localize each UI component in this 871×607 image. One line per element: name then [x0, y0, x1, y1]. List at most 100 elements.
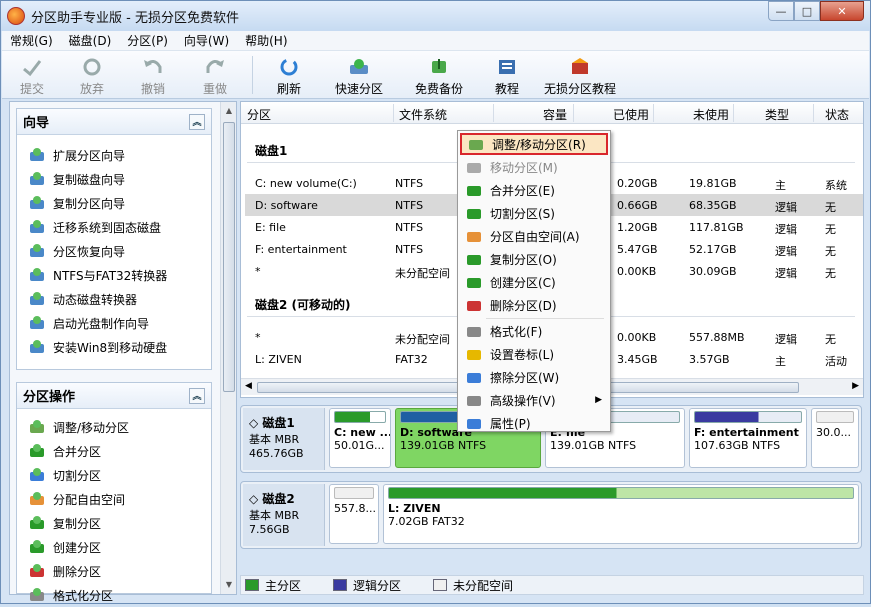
backup-icon	[427, 56, 451, 78]
menu-general[interactable]: 常规(G)	[2, 31, 61, 51]
ops-item-label: 分配自由空间	[53, 492, 126, 507]
ctx-item-resize-move[interactable]: 调整/移动分区(R)	[460, 133, 608, 155]
partition-op-icon	[29, 563, 45, 579]
wizard-item[interactable]: 动态磁盘转换器	[17, 287, 211, 311]
col-filesystem[interactable]: 文件系统	[399, 106, 447, 123]
disk2-map-label[interactable]: ◇ 磁盘2 基本 MBR 7.56GB	[243, 484, 325, 546]
cell-name: F: entertainment	[255, 243, 347, 256]
ctx-item-wipe[interactable]: 擦除分区(W)	[460, 366, 608, 388]
ops-item[interactable]: 调整/移动分区	[17, 415, 211, 439]
col-partition[interactable]: 分区	[247, 106, 271, 123]
lossless-tutorial-icon	[568, 56, 592, 78]
ctx-item-label: 擦除分区(W)	[490, 370, 560, 385]
cell-fs: NTFS	[395, 177, 424, 190]
tutorial-button[interactable]: 教程	[479, 51, 535, 97]
menu-wizard[interactable]: 向导(W)	[176, 31, 237, 51]
wizard-item[interactable]: 迁移系统到固态磁盘	[17, 215, 211, 239]
free-backup-button[interactable]: 免费备份	[399, 51, 479, 97]
menu-help[interactable]: 帮助(H)	[237, 31, 295, 51]
map1-part-c[interactable]: C: new ... 50.01G...	[329, 408, 391, 468]
close-button[interactable]: ✕	[820, 1, 864, 21]
wizard-dynamic-icon	[29, 291, 45, 307]
menu-disk[interactable]: 磁盘(D)	[61, 31, 120, 51]
partition-op-icon	[29, 491, 45, 507]
wizard-item[interactable]: 复制磁盘向导	[17, 167, 211, 191]
menu-partition[interactable]: 分区(P)	[119, 31, 176, 51]
disk1-map-label[interactable]: ◇ 磁盘1 基本 MBR 465.76GB	[243, 408, 325, 470]
col-status[interactable]: 状态	[825, 106, 849, 123]
map2-part-unallocated[interactable]: 557.8...	[329, 484, 379, 544]
wizard-item[interactable]: 启动光盘制作向导	[17, 311, 211, 335]
col-used[interactable]: 已使用	[613, 106, 649, 123]
ctx-item-allocate-free-space[interactable]: 分区自由空间(A)	[460, 225, 608, 247]
wizard-item[interactable]: 分区恢复向导	[17, 239, 211, 263]
ctx-item-label: 删除分区(D)	[490, 298, 557, 313]
undo-button[interactable]: 撤销	[122, 51, 184, 97]
ctx-item-label: 切割分区(S)	[490, 206, 555, 221]
col-free[interactable]: 未使用	[693, 106, 729, 123]
ctx-item-move[interactable]: 移动分区(M)	[460, 156, 608, 178]
set-label-icon	[466, 346, 482, 362]
cell-name: L: ZIVEN	[255, 353, 302, 366]
redo-button[interactable]: 重做	[184, 51, 246, 97]
wizard-panel-title: 向导	[23, 116, 50, 131]
ctx-item-split[interactable]: 切割分区(S)	[460, 202, 608, 224]
cell-free: 19.81GB	[689, 177, 737, 190]
col-type[interactable]: 类型	[765, 106, 789, 123]
ops-item[interactable]: 复制分区	[17, 511, 211, 535]
redo-icon	[203, 56, 227, 78]
menu-bar: 常规(G) 磁盘(D) 分区(P) 向导(W) 帮助(H)	[2, 31, 869, 51]
ctx-item-set-label[interactable]: 设置卷标(L)	[460, 343, 608, 365]
wizard-collapse-button[interactable]: ︽	[189, 113, 205, 130]
maximize-button[interactable]: □	[794, 1, 820, 21]
ops-item[interactable]: 格式化分区	[17, 583, 211, 607]
ops-collapse-button[interactable]: ︽	[189, 387, 205, 404]
ctx-item-label: 移动分区(M)	[490, 160, 558, 175]
ops-item[interactable]: 删除分区	[17, 559, 211, 583]
wizard-item[interactable]: 扩展分区向导	[17, 143, 211, 167]
map2-part-l[interactable]: L: ZIVEN 7.02GB FAT32	[383, 484, 859, 544]
lossless-tutorial-button[interactable]: 无损分区教程	[535, 51, 625, 97]
ctx-item-create[interactable]: 创建分区(C)	[460, 271, 608, 293]
left-scrollbar[interactable]: ▲ ▼	[220, 102, 236, 594]
refresh-button[interactable]: 刷新	[259, 51, 319, 97]
disk2-map[interactable]: ◇ 磁盘2 基本 MBR 7.56GB 557.8... L: ZIVEN 7.…	[240, 481, 862, 549]
quick-partition-button[interactable]: 快速分区	[319, 51, 399, 97]
scroll-down-icon[interactable]: ▼	[224, 580, 234, 590]
cell-status: 无	[825, 201, 836, 214]
ops-panel: 分区操作 ︽ 调整/移动分区 合并分区 切割分区分配自由空间复制分区 创建分区 删除分区…	[16, 382, 212, 603]
refresh-label: 刷新	[276, 82, 301, 96]
ops-item[interactable]: 合并分区	[17, 439, 211, 463]
scroll-up-icon[interactable]: ▲	[224, 106, 234, 116]
ctx-item-label: 属性(P)	[490, 416, 531, 431]
discard-button[interactable]: 放弃	[62, 51, 122, 97]
ops-item[interactable]: 创建分区	[17, 535, 211, 559]
scroll-right-icon[interactable]: ▶	[852, 381, 859, 391]
scrollbar-thumb[interactable]	[223, 122, 235, 392]
wizard-item[interactable]: NTFS与FAT32转换器	[17, 263, 211, 287]
ctx-item-advanced[interactable]: 高级操作(V) ▶	[460, 389, 608, 411]
ctx-item-properties[interactable]: 属性(P)	[460, 412, 608, 434]
title-bar[interactable]: 分区助手专业版 - 无损分区免费软件 — □ ✕	[1, 1, 870, 31]
wizard-item[interactable]: 复制分区向导	[17, 191, 211, 215]
partition-op-icon	[29, 467, 45, 483]
ops-item[interactable]: 分配自由空间	[17, 487, 211, 511]
minimize-button[interactable]: —	[768, 1, 794, 21]
commit-button[interactable]: 提交	[2, 51, 62, 97]
ctx-item-label: 合并分区(E)	[490, 183, 555, 198]
ops-item[interactable]: 切割分区	[17, 463, 211, 487]
ctx-item-label: 设置卷标(L)	[490, 347, 555, 362]
map1-part-unallocated[interactable]: 30.0...	[811, 408, 859, 468]
ctx-item-delete[interactable]: 删除分区(D)	[460, 294, 608, 316]
redo-label: 重做	[202, 82, 227, 96]
allocate-free-space-icon	[466, 228, 482, 244]
toolbar-divider	[252, 56, 253, 94]
ctx-item-copy[interactable]: 复制分区(O)	[460, 248, 608, 270]
wizard-item[interactable]: 安装Win8到移动硬盘	[17, 335, 211, 359]
ctx-item-format[interactable]: 格式化(F)	[460, 320, 608, 342]
scroll-left-icon[interactable]: ◀	[245, 381, 252, 391]
col-capacity[interactable]: 容量	[543, 106, 567, 123]
ctx-item-merge[interactable]: 合并分区(E)	[460, 179, 608, 201]
ops-panel-header: 分区操作 ︽	[17, 383, 211, 409]
map1-part-f[interactable]: F: entertainment 107.63GB NTFS	[689, 408, 807, 468]
